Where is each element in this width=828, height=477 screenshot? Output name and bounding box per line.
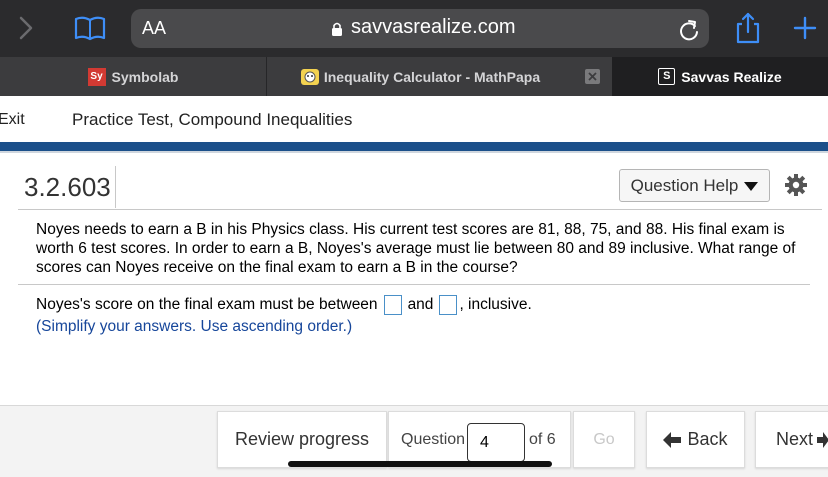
answer-input-lower[interactable] bbox=[383, 295, 402, 315]
question-label: Question bbox=[401, 431, 466, 448]
divider bbox=[18, 284, 810, 285]
tab-label: Symbolab bbox=[111, 68, 179, 85]
question-number-input[interactable]: 4 bbox=[467, 423, 525, 462]
back-label: Back bbox=[687, 429, 728, 449]
next-label: Next bbox=[776, 429, 814, 449]
tab-bar: Sy Symbolab Inequality Calculator - Math… bbox=[0, 57, 828, 96]
tab-symbolab[interactable]: Sy Symbolab bbox=[0, 57, 266, 96]
back-button[interactable]: Back bbox=[646, 411, 745, 468]
divider bbox=[115, 166, 116, 208]
page-title: Practice Test, Compound Inequalities bbox=[72, 110, 353, 129]
url-text: savvasrealize.com bbox=[351, 16, 516, 38]
problem-statement: Noyes needs to earn a B in his Physics c… bbox=[36, 221, 796, 276]
exit-link[interactable]: Exit bbox=[0, 111, 25, 129]
savvas-icon: S bbox=[658, 68, 676, 85]
reload-icon[interactable] bbox=[678, 18, 700, 42]
next-button[interactable]: Next bbox=[755, 411, 828, 468]
arrow-right-icon bbox=[817, 431, 828, 448]
question-help-label: Question Help bbox=[630, 175, 739, 195]
question-help-button[interactable]: Question Help bbox=[619, 169, 770, 202]
question-total: of 6 bbox=[529, 431, 556, 448]
header-divider bbox=[0, 151, 828, 153]
divider bbox=[18, 209, 822, 210]
answer-instructions: (Simplify your answers. Use ascending or… bbox=[36, 318, 353, 335]
forward-arrow-icon[interactable] bbox=[16, 15, 36, 41]
tab-mathpapa[interactable]: Inequality Calculator - MathPapa bbox=[267, 57, 573, 96]
answer-middle: and bbox=[407, 296, 434, 313]
answer-prefix: Noyes's score on the final exam must be … bbox=[36, 296, 378, 313]
answer-line: Noyes's score on the final exam must be … bbox=[36, 295, 532, 315]
question-number: 3.2.603 bbox=[24, 172, 111, 202]
tab-label: Inequality Calculator - MathPapa bbox=[323, 68, 541, 85]
tab-savvas-realize[interactable]: S Savvas Realize bbox=[612, 57, 828, 96]
caret-down-icon bbox=[744, 181, 759, 191]
mathpapa-icon bbox=[300, 68, 319, 85]
bookmarks-icon[interactable] bbox=[74, 15, 106, 41]
home-indicator bbox=[288, 461, 552, 467]
share-icon[interactable] bbox=[735, 12, 761, 44]
review-progress-label: Review progress bbox=[234, 429, 370, 449]
tab-label: Savvas Realize bbox=[681, 68, 782, 85]
review-progress-button[interactable]: Review progress bbox=[217, 411, 387, 468]
gear-icon[interactable] bbox=[784, 173, 808, 197]
new-tab-icon[interactable] bbox=[793, 16, 817, 40]
text-size-button[interactable]: AA bbox=[142, 18, 166, 39]
symbolab-icon: Sy bbox=[87, 67, 106, 86]
go-label: Go bbox=[593, 430, 615, 448]
answer-input-upper[interactable] bbox=[439, 295, 458, 315]
header-accent-bar bbox=[0, 142, 828, 151]
arrow-left-icon bbox=[663, 431, 682, 448]
close-tab-icon[interactable] bbox=[585, 69, 600, 84]
answer-suffix: , inclusive. bbox=[459, 296, 532, 313]
go-button[interactable]: Go bbox=[573, 411, 635, 468]
lock-icon bbox=[332, 22, 342, 36]
